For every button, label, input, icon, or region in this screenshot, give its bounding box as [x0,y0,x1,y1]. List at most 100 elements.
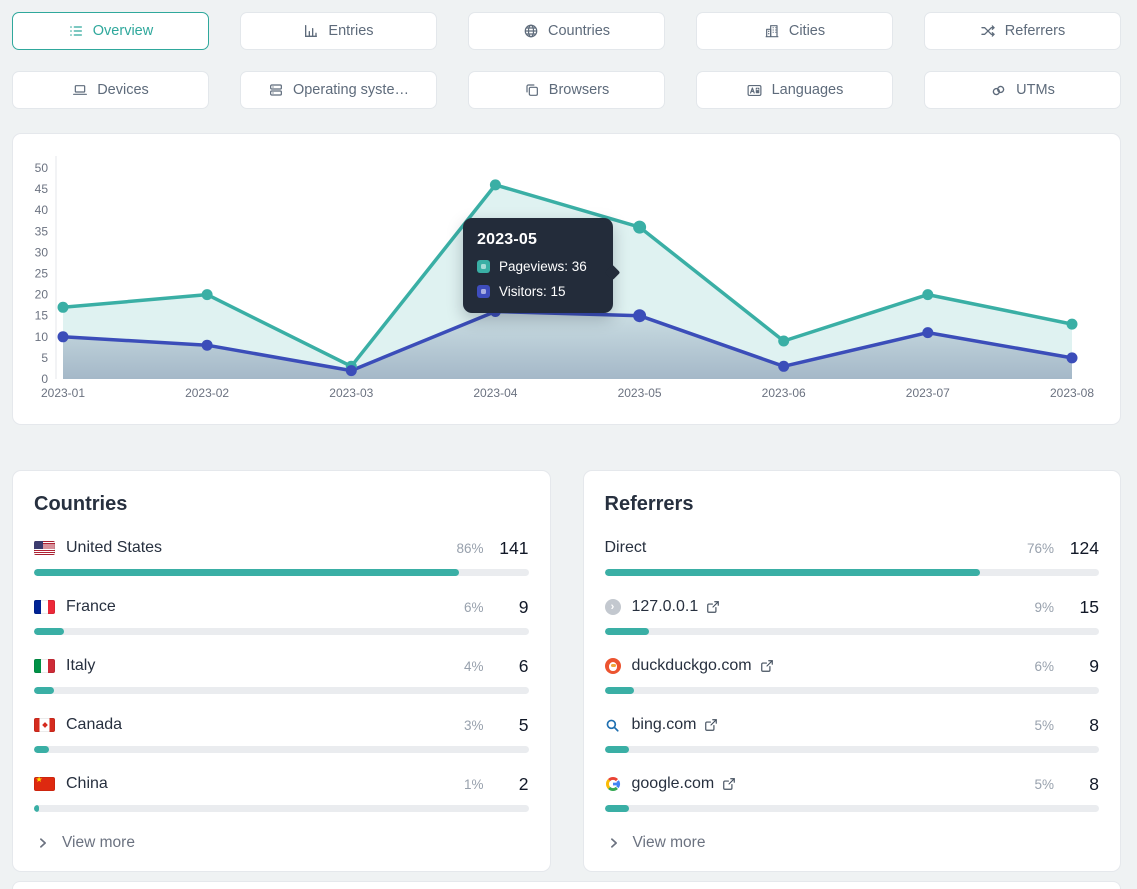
italy-flag-icon [34,659,55,673]
referrer-row-direct[interactable]: Direct 76% 124 [605,536,1100,576]
tab-devices[interactable]: Devices [12,71,209,109]
country-percent: 6% [464,600,484,615]
visitors-data-point[interactable] [633,309,646,322]
globe-icon [523,23,539,39]
country-percent: 86% [456,541,483,556]
tab-label: Browsers [549,82,609,98]
pageviews-data-point[interactable] [922,289,933,300]
referrers-view-more-button[interactable]: View more [605,834,1100,852]
google-favicon [605,776,621,792]
tab-languages[interactable]: Languages [696,71,893,109]
referrer-bar-fill [605,687,635,694]
canada-flag-icon [34,718,55,732]
tab-browsers[interactable]: Browsers [468,71,665,109]
referrer-value: 15 [1067,597,1099,618]
referrer-bar-track [605,746,1100,753]
y-axis-tick-label: 25 [35,267,49,281]
country-row-united-states[interactable]: United States 86% 141 [34,536,529,576]
tooltip-visitors-value: Visitors: 15 [499,284,566,299]
referrer-percent: 5% [1034,777,1054,792]
referrer-name: duckduckgo.com [632,657,752,675]
x-axis-tick-label: 2023-07 [906,386,950,400]
countries-view-more-button[interactable]: View more [34,834,529,852]
referrer-bar-fill [605,805,630,812]
next-card-partial [12,881,1121,889]
tab-label: Referrers [1005,23,1065,39]
tab-label: Cities [789,23,825,39]
x-axis-tick-label: 2023-08 [1050,386,1094,400]
x-axis-tick-label: 2023-06 [762,386,806,400]
tab-entries[interactable]: Entries [240,12,437,50]
tab-utms[interactable]: UTMs [924,71,1121,109]
pageviews-data-point[interactable] [58,302,69,313]
tab-label: UTMs [1016,82,1055,98]
bar-chart-icon [303,23,319,39]
referrer-row-127001[interactable]: › 127.0.0.1 9% 15 [605,595,1100,635]
y-axis-tick-label: 10 [35,330,49,344]
pageviews-data-point[interactable] [490,179,501,190]
view-more-label: View more [62,834,135,852]
referrer-percent: 6% [1034,659,1054,674]
referrer-value: 8 [1067,774,1099,795]
visitors-legend-marker [477,285,490,298]
country-value: 5 [497,715,529,736]
visitors-data-point[interactable] [202,340,213,351]
y-axis-tick-label: 0 [41,372,48,386]
tab-cities[interactable]: Cities [696,12,893,50]
referrer-row-duckduckgo[interactable]: duckduckgo.com 6% 9 [605,654,1100,694]
pageviews-data-point[interactable] [1067,319,1078,330]
referrer-row-google[interactable]: google.com 5% 8 [605,772,1100,812]
tab-label: Devices [97,82,149,98]
view-more-label: View more [633,834,706,852]
countries-title: Countries [34,493,529,516]
country-bar-fill [34,746,49,753]
country-name: China [66,775,108,793]
tab-operating-systems[interactable]: Operating syste… [240,71,437,109]
y-axis-tick-label: 40 [35,203,49,217]
visitors-data-point[interactable] [922,327,933,338]
referrer-percent: 9% [1034,600,1054,615]
windows-icon [524,82,540,98]
china-flag-icon [34,777,55,791]
referrer-percent: 5% [1034,718,1054,733]
visitors-data-point[interactable] [58,331,69,342]
tab-referrers[interactable]: Referrers [924,12,1121,50]
country-bar-fill [34,687,54,694]
referrer-bar-track [605,569,1100,576]
server-icon [268,82,284,98]
referrers-title: Referrers [605,493,1100,516]
tab-overview[interactable]: Overview [12,12,209,50]
country-bar-track [34,746,529,753]
y-axis-tick-label: 50 [35,161,49,175]
country-percent: 3% [464,718,484,733]
country-row-china[interactable]: China 1% 2 [34,772,529,812]
x-axis-tick-label: 2023-01 [41,386,85,400]
visitors-data-point[interactable] [778,361,789,372]
x-axis-tick-label: 2023-05 [618,386,662,400]
tab-countries[interactable]: Countries [468,12,665,50]
y-axis-tick-label: 15 [35,309,49,323]
external-link-icon[interactable] [706,600,720,614]
country-name: Canada [66,716,122,734]
external-link-icon[interactable] [704,718,718,732]
external-link-icon[interactable] [722,777,736,791]
y-axis-tick-label: 5 [41,351,48,365]
country-row-france[interactable]: France 6% 9 [34,595,529,635]
france-flag-icon [34,600,55,614]
referrer-bar-track [605,805,1100,812]
country-bar-track [34,805,529,812]
external-link-icon[interactable] [760,659,774,673]
referrer-row-bing[interactable]: bing.com 5% 8 [605,713,1100,753]
country-row-italy[interactable]: Italy 4% 6 [34,654,529,694]
visitors-data-point[interactable] [346,365,357,376]
pageviews-data-point[interactable] [778,336,789,347]
pageviews-data-point[interactable] [633,221,646,234]
translate-icon [746,82,763,99]
referrer-name: Direct [605,539,647,557]
city-icon [764,23,780,39]
bing-favicon [605,717,621,733]
visitors-data-point[interactable] [1067,352,1078,363]
pageviews-data-point[interactable] [202,289,213,300]
referrer-value: 124 [1067,538,1099,559]
country-row-canada[interactable]: Canada 3% 5 [34,713,529,753]
